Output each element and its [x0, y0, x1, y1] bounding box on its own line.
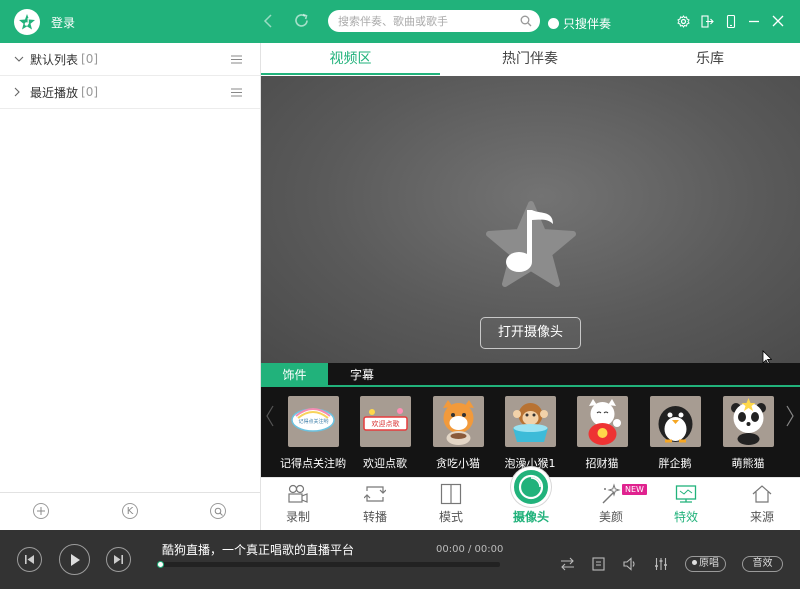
subtab-decoration[interactable]: 饰件 — [261, 363, 328, 387]
layout-icon — [421, 481, 481, 507]
sticker-label: 招财猫 — [585, 457, 619, 470]
search-input[interactable] — [338, 13, 513, 29]
sticker-label: 胖企鹅 — [658, 457, 692, 470]
toggle-dot-icon — [692, 560, 697, 565]
music-note-star-icon — [485, 200, 577, 292]
playlist-count: [0] — [81, 85, 99, 99]
search-icon[interactable] — [520, 15, 532, 27]
sticker-label: 欢迎点歌 — [363, 457, 407, 470]
tab-music-library[interactable]: 乐库 — [620, 43, 800, 76]
playback-time: 00:00 / 00:00 — [436, 544, 504, 555]
chevron-down-icon[interactable] — [14, 56, 26, 62]
previous-button[interactable] — [17, 547, 42, 572]
sticker-label: 萌熊猫 — [731, 457, 765, 470]
search-box[interactable] — [328, 10, 540, 32]
settings-icon[interactable] — [675, 13, 691, 29]
play-icon — [70, 553, 80, 566]
sticker-chubby-penguin[interactable] — [650, 396, 701, 447]
minimize-icon[interactable] — [746, 13, 762, 29]
only-accompaniment-toggle[interactable]: 只搜伴奏 — [548, 15, 611, 32]
effects-button[interactable]: 特效 — [656, 481, 716, 527]
sound-effect-button[interactable]: 音效 — [742, 556, 783, 572]
radio-icon[interactable] — [548, 18, 559, 29]
lyrics-icon[interactable] — [592, 557, 605, 571]
sticker-label: 贪吃小猫 — [436, 457, 480, 470]
original-vocal-label: 原唱 — [699, 558, 719, 569]
next-button[interactable] — [106, 547, 131, 572]
sticker-welcome-request[interactable]: 欢迎点歌 — [360, 396, 411, 447]
back-arrow-icon[interactable] — [262, 13, 274, 29]
mode-button[interactable]: 模式 — [421, 481, 481, 527]
source-label: 来源 — [749, 510, 774, 524]
playlist-panel: 默认列表 [0] 最近播放 [0] — [0, 43, 261, 530]
sticker-text: 记得点关注哟 — [298, 419, 329, 425]
video-camera-icon — [268, 481, 328, 507]
only-accompaniment-label: 只搜伴奏 — [563, 17, 612, 31]
sticker-follow-reminder[interactable]: 记得点关注哟 — [288, 396, 339, 447]
sticker-greedy-cat[interactable] — [433, 396, 484, 447]
k-letter: K — [126, 505, 134, 517]
open-camera-button[interactable]: 打开摄像头 — [480, 317, 581, 349]
playlist-row-default[interactable]: 默认列表 [0] — [0, 43, 260, 76]
sticker-bathing-monkey[interactable] — [505, 396, 556, 447]
tab-video[interactable]: 视频区 — [261, 43, 440, 76]
record-button[interactable]: 录制 — [268, 481, 328, 527]
chevron-right-icon[interactable] — [786, 405, 794, 427]
play-button[interactable] — [59, 544, 90, 575]
menu-icon[interactable] — [231, 55, 242, 64]
k-song-icon[interactable]: K — [122, 503, 138, 519]
playlist-name: 最近播放 — [30, 85, 79, 100]
chevron-left-icon[interactable] — [266, 405, 274, 427]
camera-label: 摄像头 — [512, 510, 549, 524]
mobile-icon[interactable] — [723, 13, 739, 29]
rebroadcast-button[interactable]: 转播 — [345, 481, 405, 527]
record-label: 录制 — [285, 510, 310, 524]
add-icon[interactable] — [33, 503, 49, 519]
relay-icon — [345, 481, 405, 507]
tab-hot-accompaniment[interactable]: 热门伴奏 — [440, 43, 620, 76]
subtab-subtitle[interactable]: 字幕 — [328, 363, 396, 387]
rebroadcast-label: 转播 — [362, 510, 387, 524]
equalizer-icon[interactable] — [654, 557, 668, 571]
volume-icon[interactable] — [623, 557, 637, 571]
sticker-cute-panda[interactable] — [723, 396, 774, 447]
source-button[interactable]: 来源 — [732, 481, 792, 527]
effects-label: 特效 — [673, 510, 698, 524]
mode-label: 模式 — [438, 510, 463, 524]
menu-icon[interactable] — [231, 88, 242, 97]
playmode-icon[interactable] — [560, 557, 575, 571]
kugou-logo[interactable] — [14, 9, 40, 35]
sticker-label: 记得点关注哟 — [280, 457, 346, 470]
previous-icon — [25, 555, 34, 564]
playlist-name: 默认列表 — [30, 52, 79, 67]
main-tabs: 视频区 热门伴奏 乐库 — [261, 43, 800, 76]
now-playing-text: 酷狗直播，一个真正唱歌的直播平台 — [162, 543, 355, 557]
login-link[interactable]: 登录 — [51, 14, 75, 31]
progress-handle[interactable] — [157, 561, 164, 568]
sticker-text: 欢迎点歌 — [371, 420, 400, 428]
new-badge: NEW — [622, 484, 647, 495]
progress-bar[interactable] — [160, 562, 500, 567]
camera-tool[interactable]: 摄像头 — [501, 481, 561, 527]
next-icon — [114, 555, 123, 564]
original-vocal-toggle[interactable]: 原唱 — [685, 556, 726, 572]
playlist-count: [0] — [81, 52, 99, 66]
sticker-lucky-cat[interactable] — [577, 396, 628, 447]
search-song-icon[interactable] — [210, 503, 226, 519]
playlist-row-recent[interactable]: 最近播放 [0] — [0, 76, 260, 109]
home-icon — [732, 481, 792, 507]
active-tab-indicator — [261, 73, 440, 75]
exit-icon[interactable] — [699, 13, 715, 29]
monitor-icon — [656, 481, 716, 507]
beauty-label: 美颜 — [598, 510, 623, 524]
close-icon[interactable] — [770, 13, 786, 29]
refresh-icon[interactable] — [293, 12, 310, 29]
chevron-right-icon[interactable] — [14, 87, 26, 97]
